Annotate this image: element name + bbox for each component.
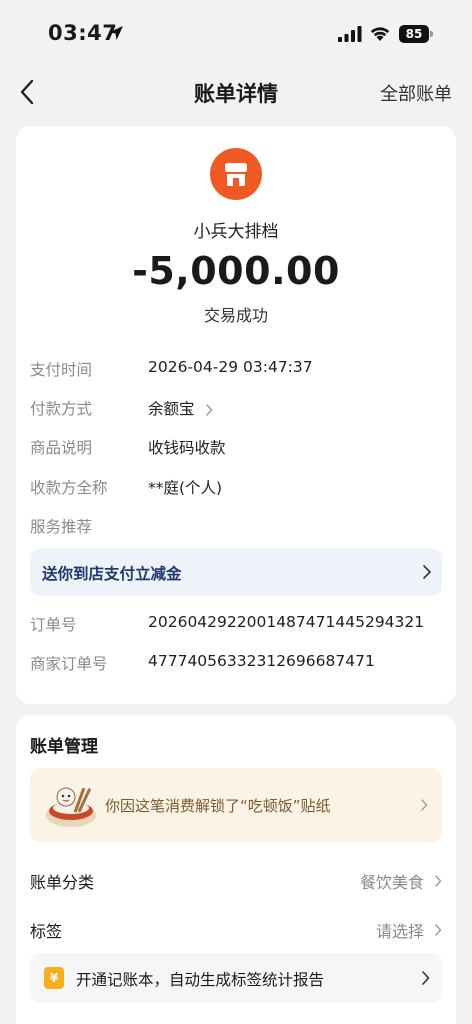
chevron-right-icon: [421, 799, 428, 811]
detail-value: 4777405633231269668747​1: [148, 652, 375, 670]
detail-label: 服务推荐: [30, 518, 93, 536]
detail-label: 收款方全称: [30, 479, 108, 497]
bill-category-row[interactable]: 账单分类 餐饮美食: [30, 869, 442, 895]
detail-row-payee: 收款方全称 **庭(个人): [30, 476, 442, 500]
detail-label: 商家订单号: [30, 655, 108, 673]
merchant-logo: [210, 148, 262, 200]
detail-value: 2026-04-29 03:47:37: [148, 358, 313, 376]
battery-tip: [430, 31, 433, 37]
detail-label: 商品说明: [30, 439, 93, 457]
detail-value: 收钱码收款: [148, 439, 226, 457]
meal-sticker-icon: [46, 787, 96, 827]
battery-icon: 85: [399, 25, 433, 43]
detail-row-merchant-order-no: 商家订单号 4777405633231269668747​1: [30, 652, 442, 676]
ledger-text: 开通记账本，自动生成标签统计报告: [76, 971, 325, 989]
tag-value: 请选择: [375, 922, 424, 941]
location-arrow-icon: [109, 26, 123, 40]
chevron-right-icon: [423, 565, 431, 579]
promo-banner[interactable]: 送你到店支付立减金: [30, 548, 442, 596]
chevron-right-icon: [422, 971, 430, 985]
sticker-text: 你因这笔消费解锁了“吃顿饭”贴纸: [105, 797, 331, 815]
nav-bar: 账单详情 全部账单: [0, 64, 472, 120]
chevron-right-icon: [206, 403, 213, 416]
detail-label: 支付时间: [30, 361, 93, 379]
ledger-yuan-icon: ¥: [44, 967, 64, 989]
promo-text: 送你到店支付立减金: [42, 565, 182, 583]
tag-label: 标签: [30, 922, 63, 941]
bill-category-label: 账单分类: [30, 873, 95, 892]
bill-management-card: 账单管理 你因这笔消费解锁了“吃顿饭”贴纸 账单分类 餐饮美食 标签 请选择 ¥…: [16, 715, 456, 1024]
detail-row-order-no: 订单号 2026042922001487471445294321: [30, 613, 442, 637]
detail-row-pay-method[interactable]: 付款方式 余额宝: [30, 397, 442, 421]
transaction-amount: -5,000.00: [132, 249, 340, 293]
shop-icon: [225, 163, 247, 186]
section-title: 账单管理: [30, 737, 98, 757]
cellular-signal-icon: [338, 26, 362, 42]
wifi-icon: [370, 27, 390, 41]
chevron-right-icon: [435, 924, 442, 936]
transaction-card: 小兵大排档 -5,000.00 交易成功 支付时间 2026-04-29 03:…: [16, 126, 456, 704]
battery-level: 85: [399, 25, 429, 43]
detail-label: 付款方式: [30, 400, 93, 418]
ledger-banner[interactable]: ¥ 开通记账本，自动生成标签统计报告: [30, 953, 442, 1003]
status-bar: 03:47 85: [0, 0, 472, 64]
transaction-status: 交易成功: [203, 306, 268, 325]
detail-row-service: 服务推荐: [30, 515, 442, 539]
detail-row-pay-time: 支付时间 2026-04-29 03:47:37: [30, 358, 442, 382]
detail-value: **庭(个人): [148, 479, 223, 497]
detail-row-item-desc: 商品说明 收钱码收款: [30, 436, 442, 460]
detail-value: 余额宝: [148, 400, 195, 418]
chevron-right-icon: [435, 875, 442, 887]
detail-label: 订单号: [30, 616, 77, 634]
tag-row[interactable]: 标签 请选择: [30, 918, 442, 944]
sticker-banner[interactable]: 你因这笔消费解锁了“吃顿饭”贴纸: [30, 768, 442, 842]
bill-category-value: 餐饮美食: [359, 873, 424, 892]
detail-value: 2026042922001487471445294321: [148, 613, 425, 631]
all-bills-link[interactable]: 全部账单: [380, 80, 452, 106]
detail-value-wrap[interactable]: 余额宝: [148, 397, 213, 419]
merchant-name: 小兵大排档: [193, 222, 279, 242]
